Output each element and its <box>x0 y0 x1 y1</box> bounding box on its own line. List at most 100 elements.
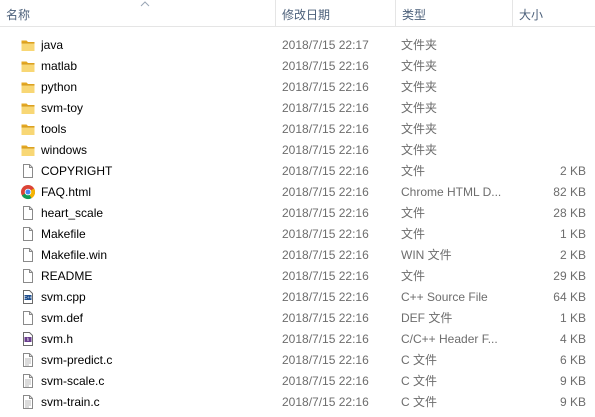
file-type: C++ Source File <box>401 290 488 304</box>
file-row[interactable]: C++ svm.cpp 2018/7/15 22:16 C++ Source File… <box>0 287 595 308</box>
file-modified-date: 2018/7/15 22:16 <box>282 122 369 136</box>
file-name: heart_scale <box>41 206 104 220</box>
file-name: Makefile.win <box>41 248 108 262</box>
file-size: 82 KB <box>553 185 586 199</box>
file-row[interactable]: h svm.h 2018/7/15 22:16 C/C++ Header F... 4 … <box>0 329 595 350</box>
file-size: 28 KB <box>553 206 586 220</box>
column-header-bar: 名称 修改日期 类型 大小 <box>0 0 595 27</box>
file-modified-date: 2018/7/15 22:16 <box>282 332 369 346</box>
file-modified-date: 2018/7/15 22:16 <box>282 59 369 73</box>
file-size: 1 KB <box>559 227 586 241</box>
file-modified-date: 2018/7/15 22:16 <box>282 353 369 367</box>
file-size <box>516 140 586 161</box>
file-row[interactable]: tools 2018/7/15 22:16 文件夹 <box>0 119 595 140</box>
column-header-date[interactable]: 修改日期 <box>275 0 395 26</box>
file-type: 文件夹 <box>401 122 438 136</box>
file-size <box>516 98 586 119</box>
file-icon <box>20 310 36 326</box>
file-name: FAQ.html <box>41 185 92 199</box>
file-modified-date: 2018/7/15 22:16 <box>282 269 369 283</box>
file-name: COPYRIGHT <box>41 164 113 178</box>
column-header-name[interactable]: 名称 <box>0 0 275 26</box>
file-row[interactable]: Makefile 2018/7/15 22:16 文件 1 KB <box>0 224 595 245</box>
file-name: python <box>41 80 78 94</box>
file-icon <box>20 226 36 242</box>
file-name: tools <box>41 122 67 136</box>
file-icon <box>20 247 36 263</box>
file-modified-date: 2018/7/15 22:16 <box>282 206 369 220</box>
folder-icon <box>20 37 36 53</box>
file-row[interactable]: svm-toy 2018/7/15 22:16 文件夹 <box>0 98 595 119</box>
file-size: 9 KB <box>559 395 586 409</box>
file-row[interactable]: svm-predict.c 2018/7/15 22:16 C 文件 6 KB <box>0 350 595 371</box>
file-type: 文件夹 <box>401 101 438 115</box>
file-size <box>516 35 586 56</box>
file-size: 1 KB <box>559 311 586 325</box>
file-name: java <box>41 38 64 52</box>
file-modified-date: 2018/7/15 22:16 <box>282 143 369 157</box>
file-type: C 文件 <box>401 374 438 388</box>
file-type: 文件 <box>401 206 426 220</box>
file-row[interactable]: svm.def 2018/7/15 22:16 DEF 文件 1 KB <box>0 308 595 329</box>
folder-icon <box>20 58 36 74</box>
file-size: 4 KB <box>559 332 586 346</box>
file-type: Chrome HTML D... <box>401 185 502 199</box>
file-row[interactable]: python 2018/7/15 22:16 文件夹 <box>0 77 595 98</box>
file-name: svm.h <box>41 332 74 346</box>
file-modified-date: 2018/7/15 22:16 <box>282 101 369 115</box>
file-row[interactable]: Makefile.win 2018/7/15 22:16 WIN 文件 2 KB <box>0 245 595 266</box>
folder-icon <box>20 79 36 95</box>
file-type: 文件夹 <box>401 80 438 94</box>
file-size: 9 KB <box>559 374 586 388</box>
file-size <box>516 77 586 98</box>
file-name: svm-train.c <box>41 395 100 409</box>
file-row[interactable]: README 2018/7/15 22:16 文件 29 KB <box>0 266 595 287</box>
chrome-icon <box>20 184 36 200</box>
file-type: 文件 <box>401 227 426 241</box>
file-size <box>516 119 586 140</box>
file-modified-date: 2018/7/15 22:16 <box>282 80 369 94</box>
file-row[interactable]: heart_scale 2018/7/15 22:16 文件 28 KB <box>0 203 595 224</box>
file-icon <box>20 163 36 179</box>
column-header-size[interactable]: 大小 <box>512 0 595 26</box>
file-modified-date: 2018/7/15 22:16 <box>282 374 369 388</box>
text-file-icon <box>20 394 36 410</box>
cpp-header-icon: h <box>20 331 36 347</box>
file-list: java 2018/7/15 22:17 文件夹 matlab 2018/7/15 22… <box>0 35 595 413</box>
file-modified-date: 2018/7/15 22:17 <box>282 38 369 52</box>
file-type: C 文件 <box>401 353 438 367</box>
file-row[interactable]: svm-scale.c 2018/7/15 22:16 C 文件 9 KB <box>0 371 595 392</box>
file-type: 文件夹 <box>401 38 438 52</box>
file-modified-date: 2018/7/15 22:16 <box>282 227 369 241</box>
file-modified-date: 2018/7/15 22:16 <box>282 185 369 199</box>
file-modified-date: 2018/7/15 22:16 <box>282 290 369 304</box>
file-name: svm.def <box>41 311 84 325</box>
file-row[interactable]: matlab 2018/7/15 22:16 文件夹 <box>0 56 595 77</box>
file-size: 29 KB <box>553 269 586 283</box>
file-name: Makefile <box>41 227 86 241</box>
file-row[interactable]: FAQ.html 2018/7/15 22:16 Chrome HTML D... 8… <box>0 182 595 203</box>
file-row[interactable]: windows 2018/7/15 22:16 文件夹 <box>0 140 595 161</box>
file-name: windows <box>41 143 88 157</box>
file-icon <box>20 205 36 221</box>
file-modified-date: 2018/7/15 22:16 <box>282 395 369 409</box>
text-file-icon <box>20 352 36 368</box>
column-header-type[interactable]: 类型 <box>395 0 512 26</box>
file-modified-date: 2018/7/15 22:16 <box>282 164 369 178</box>
file-name: svm-scale.c <box>41 374 105 388</box>
folder-icon <box>20 121 36 137</box>
file-modified-date: 2018/7/15 22:16 <box>282 311 369 325</box>
file-type: 文件 <box>401 164 426 178</box>
file-type: C/C++ Header F... <box>401 332 498 346</box>
svg-text:C++: C++ <box>24 295 32 300</box>
file-type: DEF 文件 <box>401 311 453 325</box>
file-name: svm.cpp <box>41 290 86 304</box>
file-size: 2 KB <box>559 164 586 178</box>
file-row[interactable]: COPYRIGHT 2018/7/15 22:16 文件 2 KB <box>0 161 595 182</box>
file-row[interactable]: svm-train.c 2018/7/15 22:16 C 文件 9 KB <box>0 392 595 413</box>
folder-icon <box>20 100 36 116</box>
file-row[interactable]: java 2018/7/15 22:17 文件夹 <box>0 35 595 56</box>
file-name: svm-toy <box>41 101 83 115</box>
file-size: 2 KB <box>559 248 586 262</box>
file-name: svm-predict.c <box>41 353 113 367</box>
